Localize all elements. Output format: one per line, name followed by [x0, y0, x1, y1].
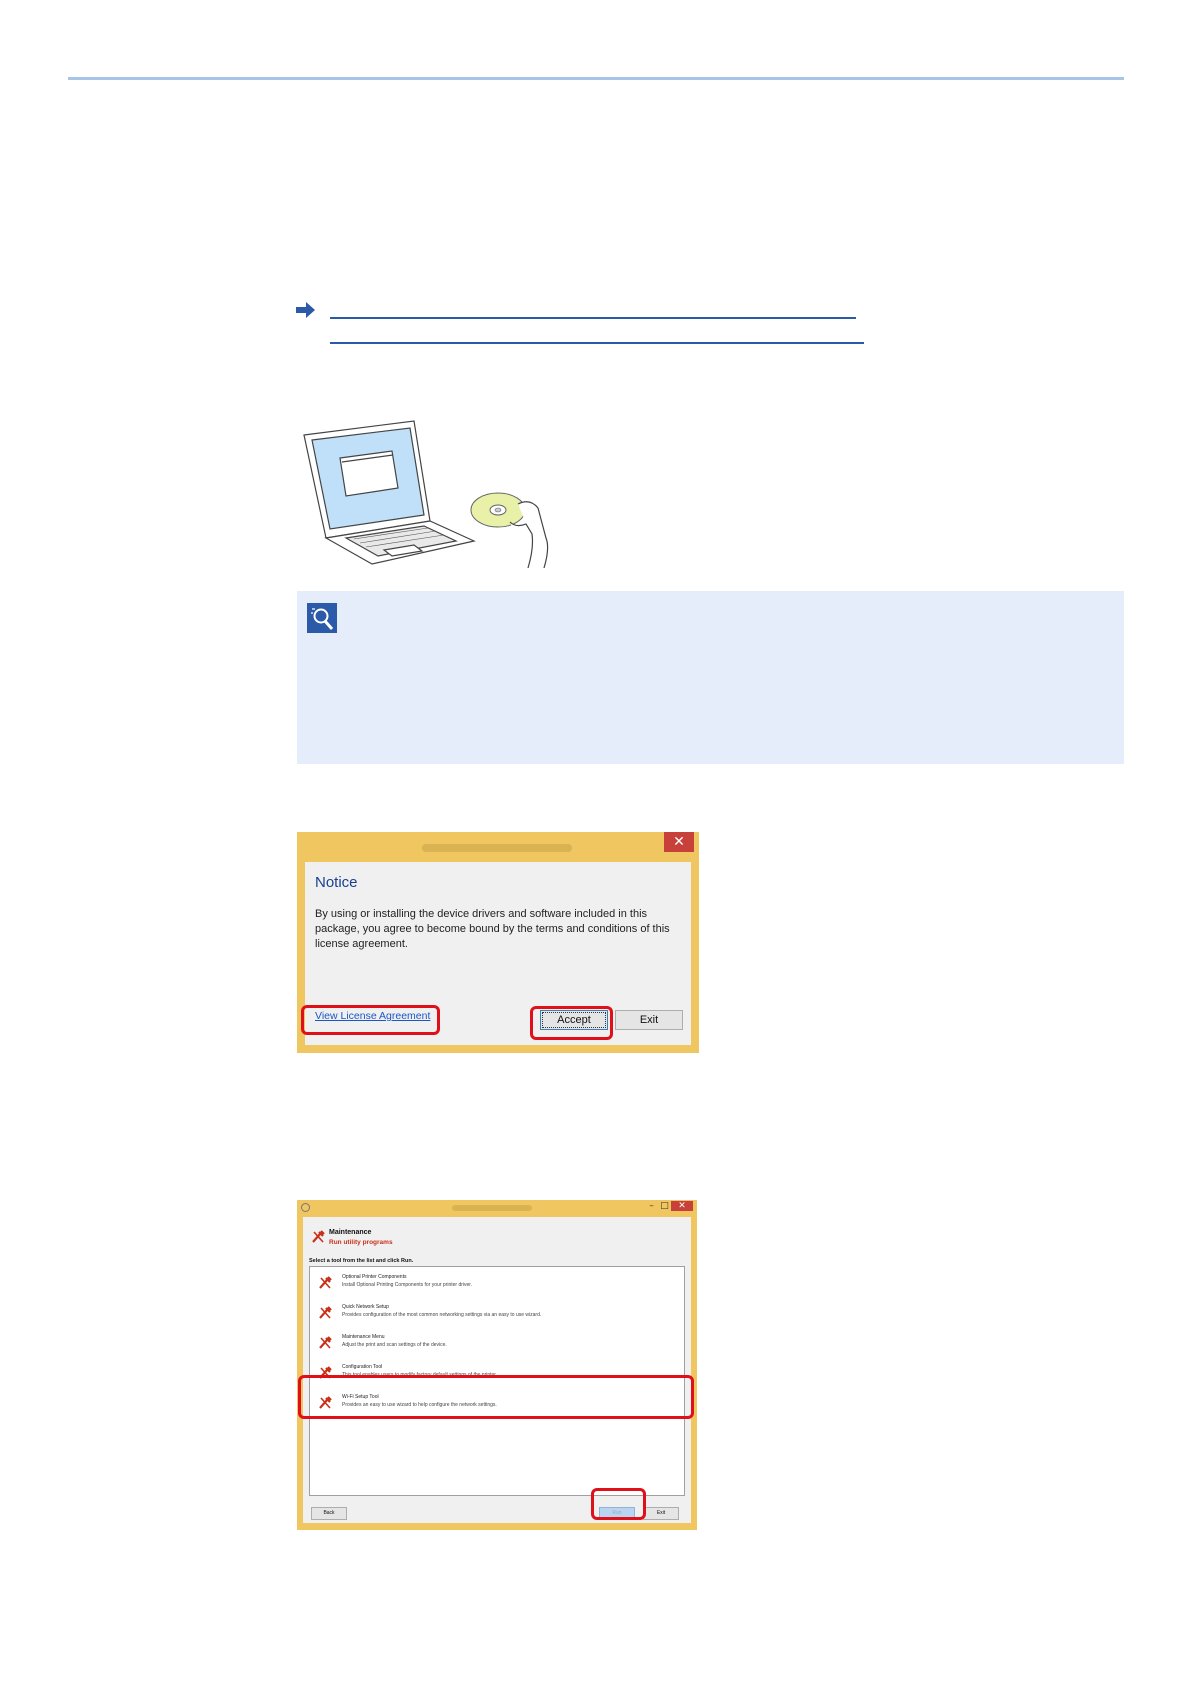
reference-arrow-icon: [296, 302, 315, 318]
reference-link-line-1[interactable]: [330, 317, 856, 319]
reference-link-line-2[interactable]: [330, 342, 864, 344]
blurred-window-title: [452, 1205, 532, 1211]
window-controls: – □ ✕: [645, 1201, 693, 1211]
wrench-hammer-icon: [319, 1306, 332, 1319]
tool-name: Quick Network Setup: [342, 1304, 389, 1310]
note-box: [297, 591, 1124, 764]
section-title: Maintenance: [329, 1229, 372, 1236]
instruction-text: Select a tool from the list and click Ru…: [309, 1258, 414, 1264]
tool-name: Configuration Tool: [342, 1364, 383, 1370]
close-icon[interactable]: ✕: [664, 832, 694, 852]
tool-description: Provides configuration of the most commo…: [342, 1312, 542, 1318]
tool-name: Maintenance Menu: [342, 1334, 385, 1340]
maximize-icon[interactable]: □: [658, 1201, 671, 1211]
notice-dialog-titlebar[interactable]: ✕: [297, 832, 699, 860]
tool-item-quick-network-setup[interactable]: Quick Network Setup Provides configurati…: [310, 1299, 684, 1327]
tool-description: Install Optional Printing Components for…: [342, 1282, 473, 1288]
note-icon: [307, 603, 337, 633]
exit-button[interactable]: Exit: [643, 1507, 679, 1520]
wrench-hammer-icon: [312, 1230, 325, 1243]
back-button[interactable]: Back: [311, 1507, 347, 1520]
wrench-hammer-icon: [319, 1276, 332, 1289]
notice-body-text: By using or installing the device driver…: [315, 908, 670, 950]
tool-item-maintenance-menu[interactable]: Maintenance Menu Adjust the print and sc…: [310, 1329, 684, 1357]
tool-item-optional-printer-components[interactable]: Optional Printer Components Install Opti…: [310, 1269, 684, 1297]
library-dialog-titlebar[interactable]: – □ ✕: [297, 1200, 697, 1216]
library-dialog-body: Maintenance Run utility programs Select …: [303, 1217, 691, 1523]
tool-description: Adjust the print and scan settings of th…: [342, 1342, 447, 1348]
highlight-license-link: [301, 1005, 440, 1035]
header-rule: [68, 77, 1124, 80]
wrench-hammer-icon: [319, 1336, 332, 1349]
app-icon: [301, 1203, 310, 1212]
close-icon[interactable]: ✕: [671, 1201, 693, 1211]
notice-heading: Notice: [315, 874, 358, 891]
tool-name: Optional Printer Components: [342, 1274, 407, 1280]
product-library-dialog: – □ ✕ Maintenance Run utility programs Sel…: [297, 1200, 697, 1530]
highlight-accept-button: [530, 1006, 613, 1040]
minimize-icon[interactable]: –: [645, 1201, 658, 1211]
exit-button[interactable]: Exit: [615, 1010, 683, 1030]
blurred-window-title: [422, 844, 572, 852]
laptop-disc-illustration: [303, 420, 549, 568]
highlight-wifi-setup-tool: [298, 1375, 694, 1419]
section-subtitle: Run utility programs: [329, 1239, 393, 1246]
highlight-run-button: [591, 1488, 646, 1520]
